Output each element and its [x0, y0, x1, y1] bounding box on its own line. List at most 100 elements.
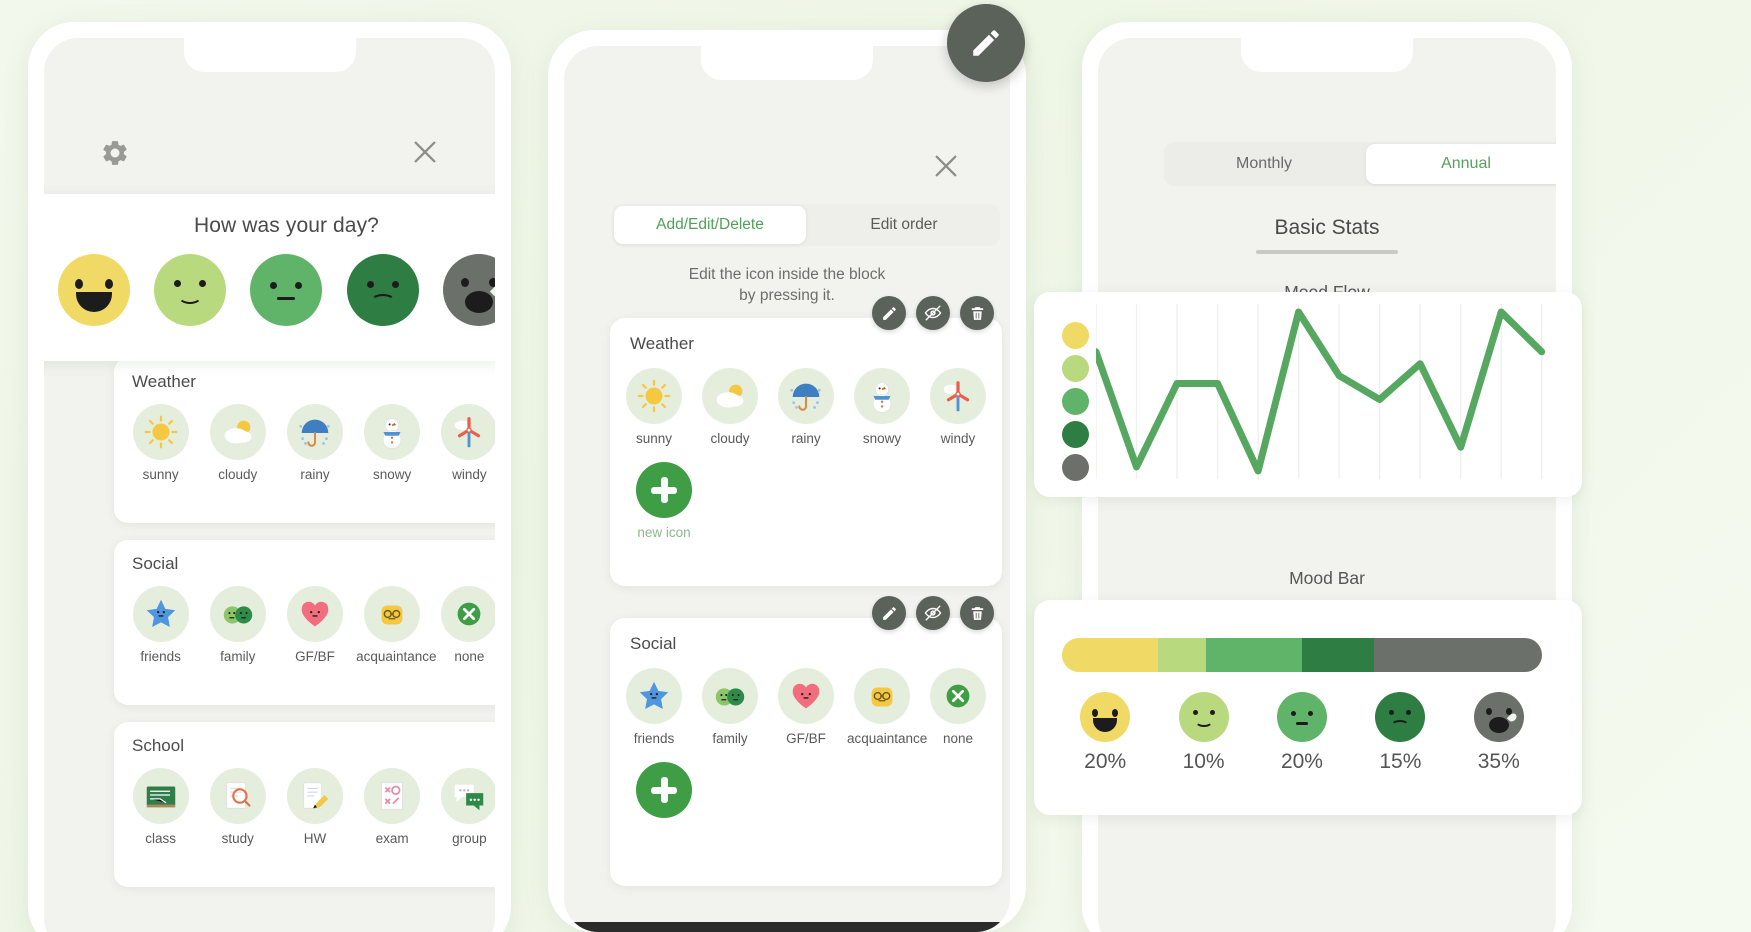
edit-icon[interactable]: [872, 296, 906, 330]
icon-item-snowy[interactable]: snowy: [356, 404, 428, 482]
windmill-icon: [441, 404, 495, 460]
pct-value: 15%: [1379, 750, 1422, 773]
mood-bar-segment-bad: [1302, 638, 1374, 672]
phone-mockup-entry: How was your day? Weather sunny cloudy r…: [28, 22, 511, 932]
icon-item-acquaintance[interactable]: acquaintance: [356, 586, 437, 664]
glasses-face-icon: [854, 668, 910, 724]
icon-item-none[interactable]: none: [433, 586, 495, 664]
close-icon[interactable]: [930, 150, 962, 182]
gear-icon[interactable]: [100, 138, 130, 168]
pct-value: 20%: [1280, 750, 1323, 773]
icon-item-sunny[interactable]: sunny: [619, 368, 689, 446]
icon-item-gfbf[interactable]: GF/BF: [279, 586, 351, 664]
icon-item-rainy[interactable]: rainy: [279, 404, 351, 482]
category-title: Weather: [132, 372, 196, 391]
plus-icon: [636, 462, 692, 518]
cloud-sun-icon: [702, 368, 758, 424]
category-icons-row: friends family GF/BF acquaintance none: [114, 574, 495, 676]
mood-option-awful[interactable]: [442, 254, 495, 326]
sun-icon: [626, 368, 682, 424]
icon-label: windy: [940, 431, 976, 446]
segment-annual[interactable]: Annual: [1366, 144, 1556, 184]
umbrella-rain-icon: [778, 368, 834, 424]
icon-item-friends[interactable]: friends: [125, 586, 197, 664]
tab-add-edit-delete[interactable]: Add/Edit/Delete: [614, 206, 806, 244]
icon-item-class[interactable]: class: [125, 768, 197, 846]
heart-face-icon: [778, 668, 834, 724]
home-indicator: [564, 922, 1010, 932]
icon-label: snowy: [373, 467, 412, 482]
phone-mockup-icon-editor: Add/Edit/Delete Edit order Edit the icon…: [548, 30, 1026, 932]
icon-item-windy[interactable]: windy: [923, 368, 993, 446]
close-icon[interactable]: [409, 136, 441, 168]
category-card-school: School class study HW exam group: [114, 722, 495, 887]
mood-option-good[interactable]: [154, 254, 227, 326]
pencil-paper-icon: [286, 768, 343, 824]
icon-item-hw[interactable]: HW: [279, 768, 351, 846]
icon-item-none[interactable]: none: [923, 668, 993, 746]
add-new-icon-button[interactable]: new icon: [610, 452, 696, 556]
category-title: School: [132, 736, 184, 755]
mood-option-great[interactable]: [58, 254, 131, 326]
hide-icon[interactable]: [916, 296, 950, 330]
mood-pct-bad: 15%: [1358, 692, 1442, 774]
icon-item-exam[interactable]: exam: [356, 768, 428, 846]
icon-item-friends[interactable]: friends: [619, 668, 689, 746]
chat-bubbles-icon: [441, 768, 495, 824]
mood-bar-segment-okay: [1206, 638, 1302, 672]
notch: [183, 38, 356, 72]
icon-item-rainy[interactable]: rainy: [771, 368, 841, 446]
test-paper-icon: [364, 768, 421, 824]
icon-item-group[interactable]: group: [433, 768, 495, 846]
edit-icon[interactable]: [872, 596, 906, 630]
mood-picker-card: How was your day?: [44, 194, 495, 361]
fab-edit-button[interactable]: [947, 4, 1025, 82]
block-actions-weather: [872, 296, 994, 330]
mood-pct-awful: 35%: [1457, 692, 1541, 774]
icon-label: GF/BF: [295, 649, 335, 664]
icon-label: rainy: [300, 467, 330, 482]
umbrella-rain-icon: [286, 404, 343, 460]
tab-edit-order[interactable]: Edit order: [808, 204, 1000, 246]
mood-option-bad[interactable]: [346, 254, 419, 326]
screen-icon-editor: Add/Edit/Delete Edit order Edit the icon…: [564, 46, 1010, 932]
icon-item-cloudy[interactable]: cloudy: [202, 404, 274, 482]
icon-item-study[interactable]: study: [202, 768, 274, 846]
category-icons-row: sunny cloudy rainy snowy windy: [114, 392, 495, 494]
icon-item-windy[interactable]: windy: [433, 404, 495, 482]
two-faces-icon: [702, 668, 758, 724]
entry-topbar: [44, 116, 495, 192]
sun-icon: [132, 404, 189, 460]
mood-option-okay[interactable]: [250, 254, 323, 326]
segment-monthly[interactable]: Monthly: [1164, 142, 1364, 186]
hide-icon[interactable]: [916, 596, 950, 630]
block-icons-row: friends family GF/BF acquaintance none: [610, 654, 1002, 752]
icon-item-sunny[interactable]: sunny: [125, 404, 197, 482]
icon-label: sunny: [142, 467, 179, 482]
add-new-icon-button[interactable]: [610, 752, 696, 841]
mood-percentage-row: 20% 10% 20% 15% 35%: [1056, 692, 1548, 774]
icon-label: friends: [140, 649, 181, 664]
icon-label: windy: [452, 467, 487, 482]
icon-label: acquaintance: [847, 731, 928, 746]
icon-item-family[interactable]: family: [695, 668, 765, 746]
category-card-weather: Weather sunny cloudy rainy snowy windy: [114, 358, 495, 523]
notch: [701, 46, 873, 80]
legend-dot-awful: [1062, 454, 1089, 481]
icon-label: rainy: [791, 431, 821, 446]
icon-item-gfbf[interactable]: GF/BF: [771, 668, 841, 746]
hint-line-1: Edit the icon inside the block: [688, 266, 886, 283]
icon-label: acquaintance: [356, 649, 437, 664]
mood-flow-plot: [1096, 304, 1546, 479]
mood-pct-good: 10%: [1162, 692, 1246, 774]
icon-label: family: [712, 731, 748, 746]
icon-item-cloudy[interactable]: cloudy: [695, 368, 765, 446]
mood-face-awful: [1473, 692, 1524, 742]
delete-icon[interactable]: [960, 296, 994, 330]
icon-item-snowy[interactable]: snowy: [847, 368, 917, 446]
icon-label: family: [220, 649, 256, 664]
icon-item-family[interactable]: family: [202, 586, 274, 664]
icon-item-acquaintance[interactable]: acquaintance: [847, 668, 928, 746]
delete-icon[interactable]: [960, 596, 994, 630]
circle-x-icon: [930, 668, 986, 724]
